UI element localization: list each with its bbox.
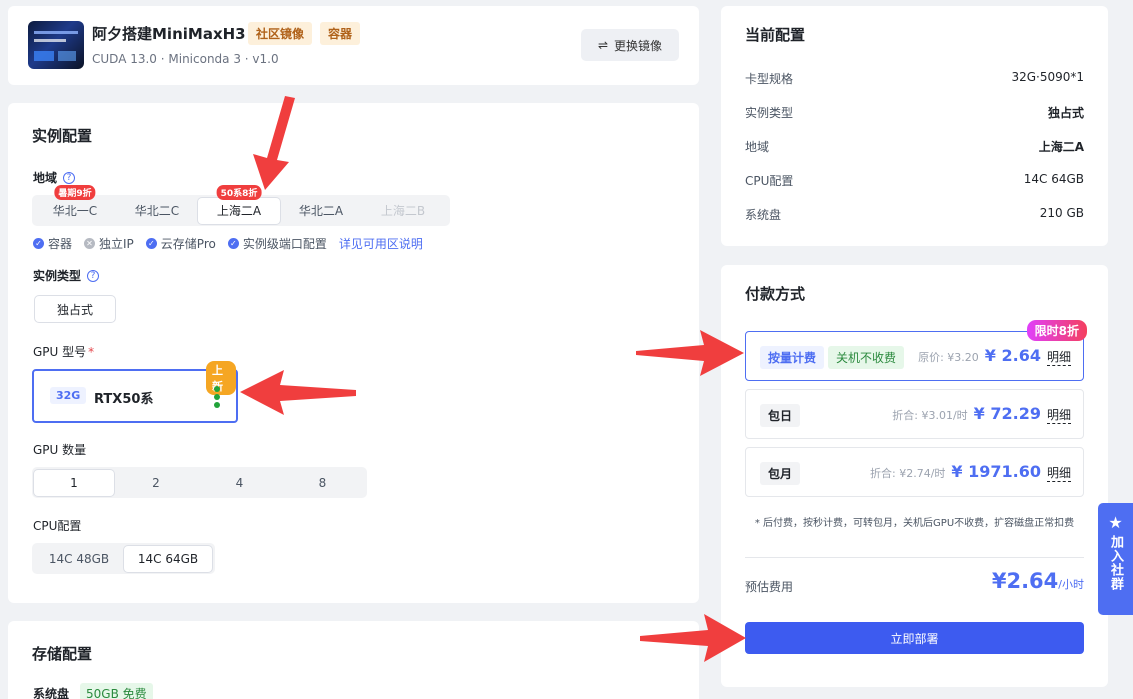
region-option[interactable]: 华北二A [280, 198, 362, 224]
estimate-label: 预估费用 [745, 580, 794, 594]
free-disk-tag: 50GB 免费 [80, 683, 153, 699]
cpu-config-selector: 14C 48GB 14C 64GB [32, 543, 215, 574]
region-option-selected[interactable]: 50系8折 上海二A [198, 184, 280, 224]
region-features: ✓ 容器 ✕ 独立IP ✓ 云存储Pro ✓ 实例级端口配置 详见可用区说明 [33, 235, 423, 252]
divider [745, 557, 1084, 558]
instance-type-exclusive[interactable]: 独占式 [34, 295, 116, 323]
price-detail-link[interactable]: 明细 [1046, 464, 1071, 482]
feature-item: ✓ 实例级端口配置 [227, 235, 327, 252]
payment-card: 付款方式 限时8折 按量计费 关机不收费 原价: ¥3.20 ¥ 2.64 明细… [721, 265, 1108, 687]
new-badge: 上新 [206, 361, 236, 395]
gpu-count-option-selected[interactable]: 1 [34, 469, 114, 496]
shutdown-free-tag: 关机不收费 [828, 346, 905, 369]
config-row: 地域 上海二A [745, 140, 1084, 154]
deploy-button[interactable]: 立即部署 [745, 622, 1084, 654]
cpu-option-selected[interactable]: 14C 64GB [124, 545, 212, 572]
plan-tag: 包日 [760, 404, 801, 427]
plan-tag: 按量计费 [760, 346, 825, 369]
system-disk-label: 系统盘 [33, 687, 70, 699]
gpu-count-selector: 1 2 4 8 [32, 467, 367, 498]
instance-config-title: 实例配置 [32, 127, 93, 145]
gpu-model-label: GPU 型号 * [33, 344, 95, 360]
image-title: 阿夕搭建MiniMaxH3 [92, 25, 246, 43]
plan-price: ¥ 1971.60 [951, 462, 1041, 481]
region-option[interactable]: 华北二C [116, 198, 198, 224]
config-row: 系统盘 210 GB [745, 206, 1084, 222]
estimate-value: ¥2.64 /小时 [991, 569, 1084, 593]
storage-config-card: 存储配置 系统盘 50GB 免费 [8, 621, 699, 699]
container-tag: 容器 [320, 22, 361, 45]
swap-icon: ⇌ [597, 38, 609, 52]
price-detail-link[interactable]: 明细 [1046, 406, 1071, 424]
current-config-card: 当前配置 卡型规格 32G·5090*1 实例类型 独占式 地域 上海二A CP… [721, 6, 1108, 246]
gpu-count-label: GPU 数量 [33, 443, 87, 457]
region-badge: 50系8折 [216, 184, 262, 200]
equivalent-price: 折合: ¥2.74/时 [870, 467, 946, 480]
check-icon: ✓ [33, 238, 44, 249]
config-row: CPU配置 14C 64GB [745, 172, 1084, 188]
equivalent-price: 折合: ¥3.01/时 [892, 409, 968, 422]
plan-price: ¥ 2.64 [984, 346, 1041, 365]
gpu-count-option[interactable]: 2 [114, 470, 198, 496]
community-image-tag: 社区镜像 [248, 22, 313, 45]
swap-image-button[interactable]: ⇌ 更换镜像 [581, 29, 679, 61]
gpu-count-option[interactable]: 4 [198, 470, 281, 496]
availability-dots-icon [214, 386, 220, 408]
check-icon: ✓ [145, 238, 157, 249]
billing-note: * 后付费，按秒计费，可转包月，关机后GPU不收费，扩容磁盘正常扣费 [754, 518, 1075, 529]
star-icon: ★ [1108, 513, 1123, 532]
gpu-count-option[interactable]: 8 [281, 470, 364, 496]
check-icon: ✓ [227, 238, 239, 249]
current-config-title: 当前配置 [745, 26, 806, 44]
join-community-button[interactable]: ★ 加入社群 [1098, 503, 1133, 615]
feature-item: ✓ 容器 [33, 235, 72, 252]
image-logo [28, 21, 84, 69]
payment-title: 付款方式 [745, 285, 806, 303]
gpu-card-rtx50[interactable]: 上新 32G RTX50系 [32, 361, 238, 423]
region-badge: 暑期9折 [54, 184, 96, 200]
feature-item: ✕ 独立IP [84, 235, 134, 252]
gpu-name: RTX50系 [94, 392, 154, 407]
region-label: 地域 ? [33, 169, 76, 186]
config-row: 实例类型 独占式 [745, 106, 1084, 120]
config-row: 卡型规格 32G·5090*1 [745, 70, 1084, 86]
cpu-config-label: CPU配置 [33, 519, 82, 533]
storage-config-title: 存储配置 [32, 645, 93, 663]
plan-pay-as-you-go[interactable]: 限时8折 按量计费 关机不收费 原价: ¥3.20 ¥ 2.64 明细 [745, 320, 1087, 381]
promo-badge: 限时8折 [1026, 320, 1087, 341]
gpu-memory-tag: 32G [50, 387, 87, 404]
plan-tag: 包月 [760, 462, 801, 485]
original-price: 原价: ¥3.20 [918, 351, 979, 364]
help-icon[interactable]: ? [63, 171, 76, 184]
cpu-option[interactable]: 14C 48GB [34, 546, 124, 572]
join-community-label: 加入社群 [1108, 535, 1123, 591]
plan-daily[interactable]: 包日 折合: ¥3.01/时 ¥ 72.29 明细 [745, 389, 1084, 439]
cross-icon: ✕ [84, 238, 96, 249]
help-icon[interactable]: ? [87, 269, 100, 282]
plan-monthly[interactable]: 包月 折合: ¥2.74/时 ¥ 1971.60 明细 [745, 447, 1084, 497]
feature-item: ✓ 云存储Pro [145, 235, 216, 252]
region-info-link[interactable]: 详见可用区说明 [339, 235, 423, 252]
instance-config-card: 实例配置 地域 ? 暑期9折 华北一C 华北二C 50系8折 上海二A 华北二A… [8, 103, 699, 603]
price-detail-link[interactable]: 明细 [1046, 348, 1071, 366]
plan-price: ¥ 72.29 [973, 404, 1041, 423]
image-subtitle: CUDA 13.0 · Miniconda 3 · v1.0 [92, 52, 279, 66]
region-option-disabled: 上海二B [380, 204, 426, 218]
swap-image-label: 更换镜像 [614, 38, 663, 53]
region-option[interactable]: 暑期9折 华北一C [34, 184, 116, 224]
instance-type-label: 实例类型 ? [33, 267, 100, 284]
region-selector: 暑期9折 华北一C 华北二C 50系8折 上海二A 华北二A 上海二B [32, 184, 450, 226]
image-header-card: 阿夕搭建MiniMaxH3 社区镜像 容器 CUDA 13.0 · Minico… [8, 6, 699, 85]
